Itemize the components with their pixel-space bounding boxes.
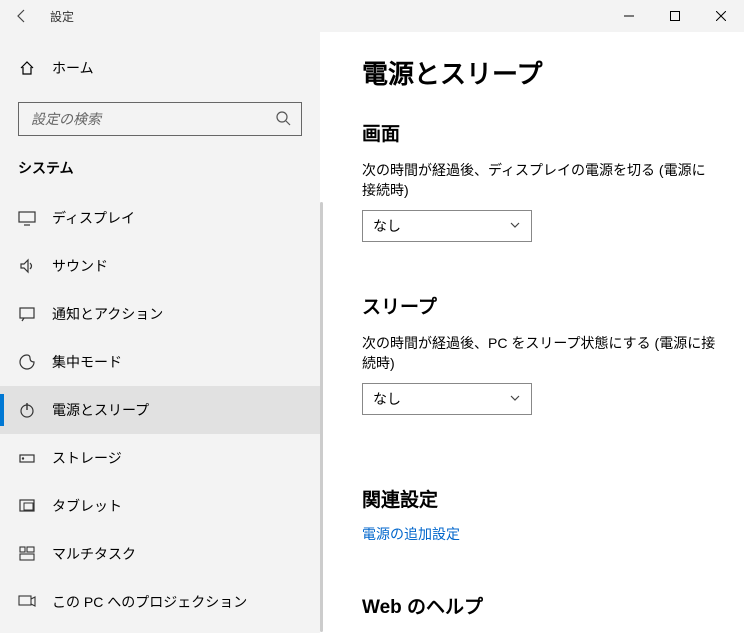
sleep-timeout-dropdown[interactable]: なし (362, 383, 532, 415)
maximize-button[interactable] (652, 0, 698, 32)
sound-icon (18, 257, 36, 275)
back-button[interactable] (0, 0, 44, 32)
nav-item-sound[interactable]: サウンド (0, 242, 320, 290)
related-settings-title: 関連設定 (362, 485, 716, 512)
search-input-container[interactable] (18, 102, 302, 136)
chevron-down-icon (509, 218, 521, 234)
search-input[interactable] (29, 110, 275, 128)
minimize-button[interactable] (606, 0, 652, 32)
nav-list: ディスプレイ サウンド 通知とアクション (0, 194, 320, 626)
nav-item-label: サウンド (52, 256, 302, 276)
category-label: システム (0, 136, 320, 186)
close-button[interactable] (698, 0, 744, 32)
sleep-section-title: スリープ (362, 292, 716, 319)
sleep-setting-label: 次の時間が経過後、PC をスリープ状態にする (電源に接続時) (362, 333, 716, 373)
nav-item-label: ディスプレイ (52, 208, 302, 228)
nav-item-label: 電源とスリープ (52, 400, 302, 420)
chevron-down-icon (509, 391, 521, 407)
nav-item-label: 通知とアクション (52, 304, 302, 324)
home-nav-item[interactable]: ホーム (0, 48, 320, 88)
nav-item-power-sleep[interactable]: 電源とスリープ (0, 386, 320, 434)
page-title: 電源とスリープ (362, 54, 716, 91)
search-icon (275, 110, 291, 129)
screen-timeout-dropdown[interactable]: なし (362, 210, 532, 242)
focus-icon (18, 353, 36, 371)
dropdown-value: なし (373, 216, 401, 236)
screen-section-title: 画面 (362, 119, 716, 146)
titlebar: 設定 (0, 0, 744, 32)
home-label: ホーム (52, 58, 94, 78)
home-icon (18, 60, 36, 76)
storage-icon (18, 449, 36, 467)
nav-item-storage[interactable]: ストレージ (0, 434, 320, 482)
nav-item-multitask[interactable]: マルチタスク (0, 530, 320, 578)
window-title: 設定 (50, 8, 74, 25)
nav-item-project[interactable]: この PC へのプロジェクション (0, 578, 320, 626)
nav-item-label: この PC へのプロジェクション (52, 592, 302, 612)
scrollbar-thumb[interactable] (320, 202, 323, 632)
web-help-title: Web のヘルプ (362, 592, 716, 619)
nav-item-notifications[interactable]: 通知とアクション (0, 290, 320, 338)
dropdown-value: なし (373, 389, 401, 409)
nav-item-label: 集中モード (52, 352, 302, 372)
nav-item-label: ストレージ (52, 448, 302, 468)
additional-power-settings-link[interactable]: 電源の追加設定 (362, 524, 716, 544)
tablet-icon (18, 497, 36, 515)
content-scrollbar[interactable] (320, 32, 334, 633)
project-icon (18, 593, 36, 611)
sidebar: ホーム システム ディスプレイ (0, 32, 320, 633)
main-content: 電源とスリープ 画面 次の時間が経過後、ディスプレイの電源を切る (電源に接続時… (334, 32, 744, 633)
screen-setting-label: 次の時間が経過後、ディスプレイの電源を切る (電源に接続時) (362, 160, 716, 200)
notification-icon (18, 305, 36, 323)
nav-item-display[interactable]: ディスプレイ (0, 194, 320, 242)
multitask-icon (18, 545, 36, 563)
nav-item-focus[interactable]: 集中モード (0, 338, 320, 386)
nav-item-label: タブレット (52, 496, 302, 516)
nav-item-label: マルチタスク (52, 544, 302, 564)
power-icon (18, 401, 36, 419)
nav-item-tablet[interactable]: タブレット (0, 482, 320, 530)
display-icon (18, 209, 36, 227)
